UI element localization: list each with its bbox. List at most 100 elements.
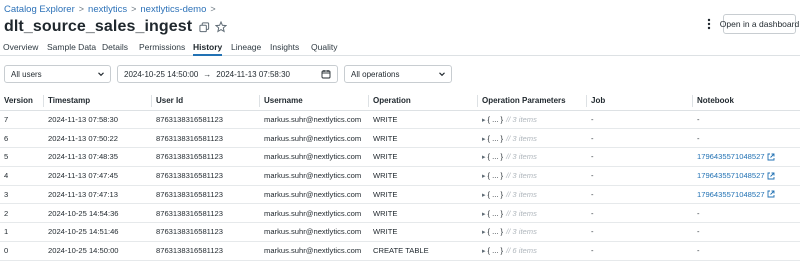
external-link-icon[interactable] — [767, 190, 775, 198]
notebook-cell[interactable]: 1796435571048527 — [693, 185, 800, 205]
end-date-field[interactable]: 2024-11-13 07:58:30 — [216, 70, 290, 79]
tab-insights[interactable]: Insights — [270, 39, 299, 56]
params-object: { ... } — [487, 133, 504, 143]
username-cell: markus.suhr@nextlytics.com — [260, 222, 369, 242]
username-cell: markus.suhr@nextlytics.com — [260, 128, 369, 148]
column-header-job[interactable]: Job — [587, 92, 693, 111]
operation-parameters-cell[interactable]: ▸ { ... }// 3 items — [478, 222, 587, 242]
column-header-notebook[interactable]: Notebook — [693, 92, 800, 111]
column-header-operation-parameters[interactable]: Operation Parameters — [478, 92, 587, 111]
notebook-id[interactable]: 1796435571048527 — [697, 190, 765, 199]
breadcrumb: Catalog Explorer > nextlytics > nextlyti… — [4, 2, 220, 16]
user-filter-select[interactable]: All users — [4, 65, 111, 83]
star-icon[interactable] — [215, 21, 228, 33]
timestamp-cell: 2024-11-13 07:47:13 — [44, 185, 152, 205]
column-header-version[interactable]: Version — [0, 92, 44, 111]
operation-parameters-cell[interactable]: ▸ { ... }// 3 items — [478, 128, 587, 148]
operation-cell: WRITE — [369, 147, 478, 167]
job-cell: - — [587, 110, 693, 130]
breadcrumb-catalog[interactable]: nextlytics — [88, 4, 127, 15]
tab-sample-data[interactable]: Sample Data — [47, 39, 96, 56]
table-row: 1 2024-10-25 14:51:46 8763138316581123 mark… — [0, 222, 800, 242]
external-link-icon[interactable] — [767, 172, 775, 180]
params-object: { ... } — [487, 208, 504, 218]
notebook-id[interactable]: 1796435571048527 — [697, 152, 765, 161]
operation-cell: WRITE — [369, 222, 478, 242]
params-object: { ... } — [487, 227, 504, 237]
job-cell: - — [587, 185, 693, 205]
tab-quality[interactable]: Quality — [311, 39, 337, 56]
timestamp-cell: 2024-10-25 14:50:00 — [44, 241, 152, 261]
breadcrumb-catalog-explorer[interactable]: Catalog Explorer — [4, 4, 75, 15]
version-cell: 7 — [0, 110, 44, 130]
operation-cell: WRITE — [369, 166, 478, 186]
column-header-user-id[interactable]: User Id — [152, 92, 260, 111]
params-object: { ... } — [487, 114, 504, 124]
breadcrumb-separator: > — [210, 4, 216, 14]
table-row: 7 2024-11-13 07:58:30 8763138316581123 mark… — [0, 110, 800, 130]
table-row: 5 2024-11-13 07:48:35 8763138316581123 mark… — [0, 147, 800, 167]
history-table: Version Timestamp User Id Username Opera… — [0, 92, 800, 261]
column-header-timestamp[interactable]: Timestamp — [44, 92, 152, 111]
version-cell: 4 — [0, 166, 44, 186]
tab-permissions[interactable]: Permissions — [139, 39, 185, 56]
tab-overview[interactable]: Overview — [3, 39, 38, 56]
breadcrumb-schema[interactable]: nextlytics-demo — [140, 4, 206, 15]
timestamp-cell: 2024-11-13 07:50:22 — [44, 128, 152, 148]
notebook-cell: - — [693, 241, 800, 261]
open-in-dashboard-button[interactable]: Open in a dashboard — [720, 14, 799, 34]
job-cell: - — [587, 128, 693, 148]
operation-filter-select[interactable]: All operations — [344, 65, 452, 83]
tab-lineage[interactable]: Lineage — [231, 39, 261, 56]
job-cell: - — [587, 222, 693, 242]
calendar-icon[interactable] — [321, 69, 331, 81]
page-title: dlt_source_sales_ingest — [4, 18, 193, 35]
params-item-count: // 3 items — [506, 189, 537, 199]
date-range-picker[interactable]: 2024-10-25 14:50:00 → 2024-11-13 07:58:3… — [117, 65, 338, 83]
kebab-icon[interactable] — [702, 15, 716, 33]
timestamp-cell: 2024-10-25 14:51:46 — [44, 222, 152, 242]
history-table-body: 7 2024-11-13 07:58:30 8763138316581123 mark… — [0, 110, 800, 261]
column-header-operation[interactable]: Operation — [369, 92, 478, 111]
version-cell: 1 — [0, 222, 44, 242]
notebook-cell[interactable]: 1796435571048527 — [693, 147, 800, 167]
column-header-username[interactable]: Username — [260, 92, 369, 111]
params-item-count: // 3 items — [506, 208, 537, 218]
operation-parameters-cell[interactable]: ▸ { ... }// 3 items — [478, 203, 587, 223]
notebook-cell: - — [693, 222, 800, 242]
notebook-cell: - — [693, 110, 800, 130]
copy-icon[interactable] — [199, 21, 210, 33]
params-item-count: // 6 items — [506, 246, 537, 256]
job-cell: - — [587, 147, 693, 167]
external-link-icon[interactable] — [767, 153, 775, 161]
notebook-link[interactable]: 1796435571048527 — [697, 190, 775, 199]
version-cell: 0 — [0, 241, 44, 261]
breadcrumb-separator: > — [78, 4, 85, 14]
table-header-row: Version Timestamp User Id Username Opera… — [0, 92, 800, 111]
notebook-link[interactable]: 1796435571048527 — [697, 171, 775, 180]
table-row: 3 2024-11-13 07:47:13 8763138316581123 mark… — [0, 185, 800, 205]
params-item-count: // 3 items — [506, 227, 537, 237]
params-item-count: // 3 items — [506, 114, 537, 124]
operation-parameters-cell[interactable]: ▸ { ... }// 3 items — [478, 147, 587, 167]
range-arrow-icon: → — [203, 69, 212, 79]
job-cell: - — [587, 203, 693, 223]
notebook-cell[interactable]: 1796435571048527 — [693, 166, 800, 186]
operation-parameters-cell[interactable]: ▸ { ... }// 3 items — [478, 166, 587, 186]
table-row: 4 2024-11-13 07:47:45 8763138316581123 mark… — [0, 166, 800, 186]
username-cell: markus.suhr@nextlytics.com — [260, 147, 369, 167]
operation-parameters-cell[interactable]: ▸ { ... }// 3 items — [478, 110, 587, 130]
breadcrumb-separator: > — [131, 4, 137, 14]
chevron-down-icon — [97, 70, 105, 80]
job-cell: - — [587, 166, 693, 186]
operation-parameters-cell[interactable]: ▸ { ... }// 3 items — [478, 185, 587, 205]
user-id-cell: 8763138316581123 — [152, 166, 260, 186]
tab-history[interactable]: History — [193, 39, 223, 56]
timestamp-cell: 2024-10-25 14:54:36 — [44, 203, 152, 223]
start-date-field[interactable]: 2024-10-25 14:50:00 — [124, 70, 198, 79]
tab-details[interactable]: Details — [102, 39, 128, 56]
user-id-cell: 8763138316581123 — [152, 185, 260, 205]
operation-parameters-cell[interactable]: ▸ { ... }// 6 items — [478, 241, 587, 261]
notebook-id[interactable]: 1796435571048527 — [697, 171, 765, 180]
notebook-link[interactable]: 1796435571048527 — [697, 152, 775, 161]
